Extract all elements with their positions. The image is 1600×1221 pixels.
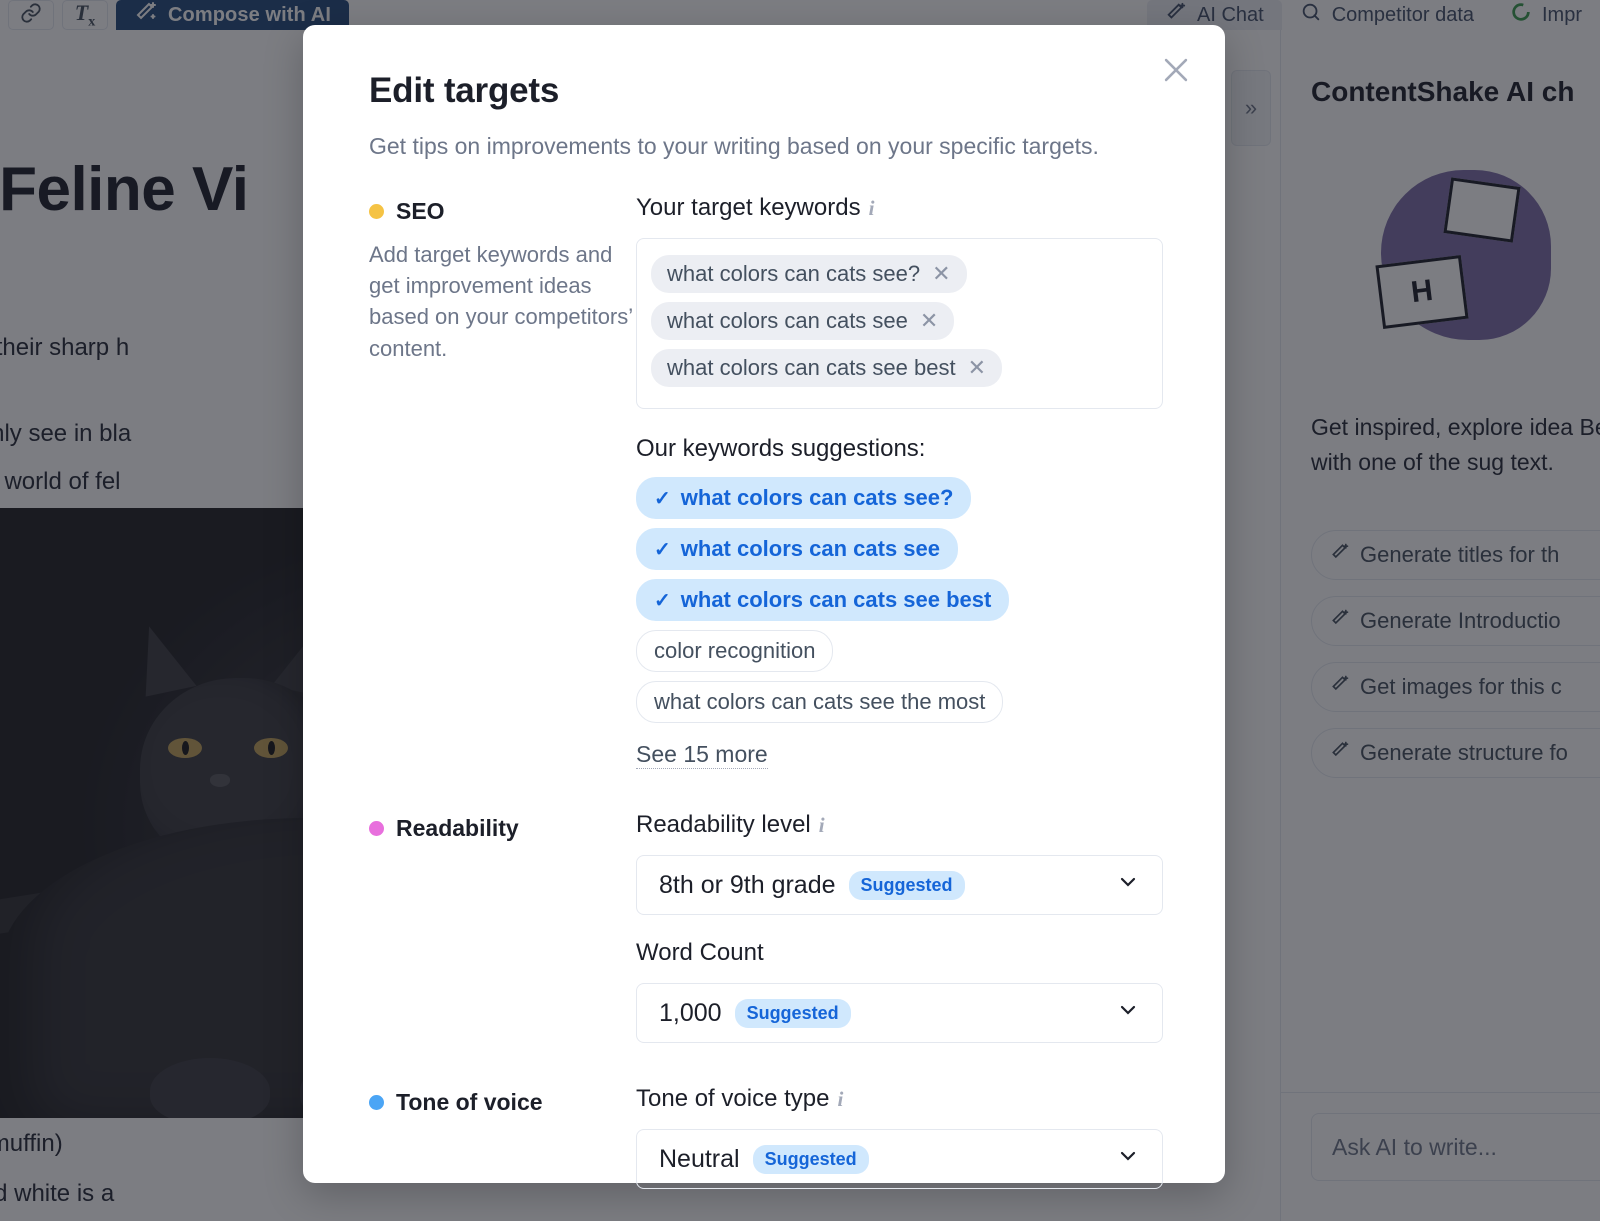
- keyword-chip-label: what colors can cats see: [667, 308, 908, 334]
- app-root: Tx Compose with AI AI Chat: [0, 0, 1600, 1221]
- suggestion-keyword-label: color recognition: [654, 638, 815, 664]
- close-icon[interactable]: ✕: [968, 357, 986, 379]
- info-icon[interactable]: i: [837, 1087, 843, 1112]
- suggestion-keyword[interactable]: what colors can cats see the most: [636, 681, 1003, 723]
- section-seo: SEO Add target keywords and get improvem…: [369, 194, 1163, 769]
- edit-targets-modal: Edit targets Get tips on improvements to…: [303, 25, 1225, 1183]
- keyword-suggestions-title: Our keywords suggestions:: [636, 435, 1163, 463]
- check-icon: ✓: [654, 486, 671, 511]
- keyword-suggestions-list: ✓ what colors can cats see? ✓ what color…: [636, 477, 1163, 723]
- keyword-chip[interactable]: what colors can cats see best ✕: [651, 349, 1002, 387]
- keyword-chip-label: what colors can cats see?: [667, 261, 920, 287]
- info-icon[interactable]: i: [869, 196, 875, 221]
- close-icon[interactable]: ✕: [932, 263, 950, 285]
- check-icon: ✓: [654, 588, 671, 613]
- word-count-value: 1,000: [659, 999, 722, 1028]
- section-seo-description: Add target keywords and get improvement …: [369, 239, 636, 364]
- keyword-chip-label: what colors can cats see best: [667, 355, 956, 381]
- suggestion-keyword-label: what colors can cats see: [681, 536, 940, 562]
- suggestion-keyword-label: what colors can cats see the most: [654, 689, 985, 715]
- tone-type-select[interactable]: Neutral Suggested: [636, 1129, 1163, 1189]
- target-keywords-input[interactable]: what colors can cats see? ✕ what colors …: [636, 238, 1163, 409]
- tone-type-value: Neutral: [659, 1145, 740, 1174]
- check-icon: ✓: [654, 537, 671, 562]
- section-seo-info: SEO Add target keywords and get improvem…: [369, 194, 636, 769]
- tone-type-label: Tone of voice type: [636, 1085, 829, 1113]
- section-readability-info: Readability: [369, 811, 636, 1043]
- suggested-badge: Suggested: [753, 1145, 869, 1174]
- info-icon[interactable]: i: [819, 813, 825, 838]
- section-readability: Readability Readability level i 8th or 9…: [369, 811, 1163, 1043]
- chevron-down-icon: [1116, 998, 1140, 1028]
- suggestion-keyword[interactable]: color recognition: [636, 630, 833, 672]
- section-tone-header: Tone of voice: [369, 1089, 636, 1116]
- readability-level-select[interactable]: 8th or 9th grade Suggested: [636, 855, 1163, 915]
- word-count-label: Word Count: [636, 939, 764, 967]
- chevron-down-icon: [1116, 870, 1140, 900]
- word-count-select[interactable]: 1,000 Suggested: [636, 983, 1163, 1043]
- section-seo-header: SEO: [369, 198, 636, 225]
- suggested-badge: Suggested: [735, 999, 851, 1028]
- modal-subtitle: Get tips on improvements to your writing…: [369, 133, 1163, 160]
- tone-type-label-row: Tone of voice type i: [636, 1085, 1163, 1113]
- readability-level-label: Readability level: [636, 811, 811, 839]
- tone-status-dot: [369, 1095, 384, 1110]
- keyword-chip[interactable]: what colors can cats see? ✕: [651, 255, 967, 293]
- readability-status-dot: [369, 821, 384, 836]
- modal-title: Edit targets: [369, 71, 1163, 111]
- close-icon[interactable]: ✕: [920, 310, 938, 332]
- section-tone-fields: Tone of voice type i Neutral Suggested S…: [636, 1085, 1163, 1221]
- seo-status-dot: [369, 204, 384, 219]
- readability-level-value: 8th or 9th grade: [659, 871, 836, 900]
- close-icon: [1159, 53, 1193, 92]
- see-more-keywords-link[interactable]: See 15 more: [636, 741, 768, 769]
- section-readability-header: Readability: [369, 815, 636, 842]
- suggestion-keyword[interactable]: ✓ what colors can cats see?: [636, 477, 971, 519]
- word-count-label-row: Word Count: [636, 939, 1163, 967]
- section-tone-name: Tone of voice: [396, 1089, 543, 1116]
- section-tone-of-voice: Tone of voice Tone of voice type i Neutr…: [369, 1085, 1163, 1221]
- target-keywords-label-row: Your target keywords i: [636, 194, 1163, 222]
- section-readability-name: Readability: [396, 815, 519, 842]
- suggested-badge: Suggested: [849, 871, 965, 900]
- section-readability-fields: Readability level i 8th or 9th grade Sug…: [636, 811, 1163, 1043]
- suggestion-keyword-label: what colors can cats see best: [681, 587, 992, 613]
- suggestion-keyword[interactable]: ✓ what colors can cats see best: [636, 579, 1009, 621]
- modal-close-button[interactable]: [1153, 49, 1199, 95]
- suggestion-keyword-label: what colors can cats see?: [681, 485, 954, 511]
- keyword-chip[interactable]: what colors can cats see ✕: [651, 302, 954, 340]
- section-seo-fields: Your target keywords i what colors can c…: [636, 194, 1163, 769]
- target-keywords-label: Your target keywords: [636, 194, 861, 222]
- chevron-down-icon: [1116, 1144, 1140, 1174]
- readability-level-label-row: Readability level i: [636, 811, 1163, 839]
- section-tone-info: Tone of voice: [369, 1085, 636, 1221]
- section-seo-name: SEO: [396, 198, 445, 225]
- suggestion-keyword[interactable]: ✓ what colors can cats see: [636, 528, 958, 570]
